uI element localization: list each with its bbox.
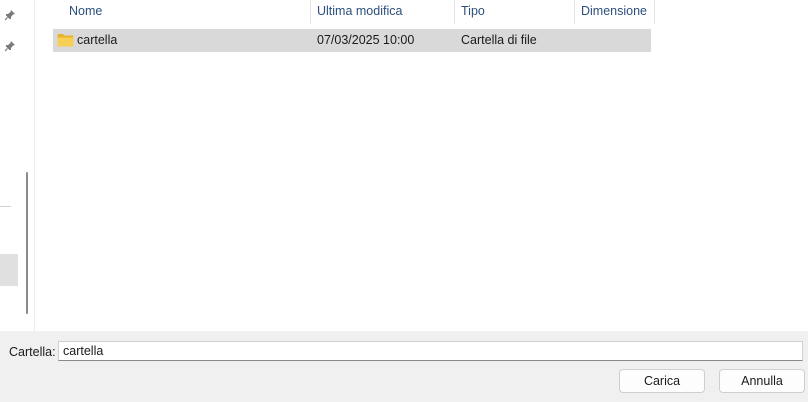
pin-icon[interactable] <box>4 40 16 52</box>
column-header-modified[interactable]: Ultima modifica <box>317 0 452 24</box>
column-separator[interactable] <box>654 0 655 24</box>
column-separator[interactable] <box>310 0 311 24</box>
column-header-size[interactable]: Dimensione <box>581 0 653 24</box>
nav-divider <box>0 206 11 207</box>
column-separator[interactable] <box>574 0 575 24</box>
file-row[interactable]: cartella 07/03/2025 10:00 Cartella di fi… <box>53 29 651 52</box>
pin-icon[interactable] <box>4 9 16 21</box>
navigation-pane <box>0 0 35 331</box>
folder-field-label: Cartella: <box>9 345 56 359</box>
folder-name-input[interactable] <box>58 341 803 361</box>
cancel-button[interactable]: Annulla <box>719 369 805 393</box>
column-separator[interactable] <box>454 0 455 24</box>
nav-selected-item[interactable] <box>0 254 18 286</box>
column-header-type[interactable]: Tipo <box>461 0 571 24</box>
file-modified: 07/03/2025 10:00 <box>317 33 415 47</box>
dialog-footer: Cartella: Carica Annulla <box>0 331 808 402</box>
upload-button[interactable]: Carica <box>619 369 705 393</box>
file-type: Cartella di file <box>461 33 537 47</box>
file-list: Nome Ultima modifica Tipo Dimensione car… <box>35 0 808 331</box>
sort-arrow-icon <box>181 0 193 4</box>
file-name: cartella <box>77 33 118 47</box>
folder-icon <box>57 34 74 47</box>
nav-scrollbar-thumb[interactable] <box>26 172 28 314</box>
